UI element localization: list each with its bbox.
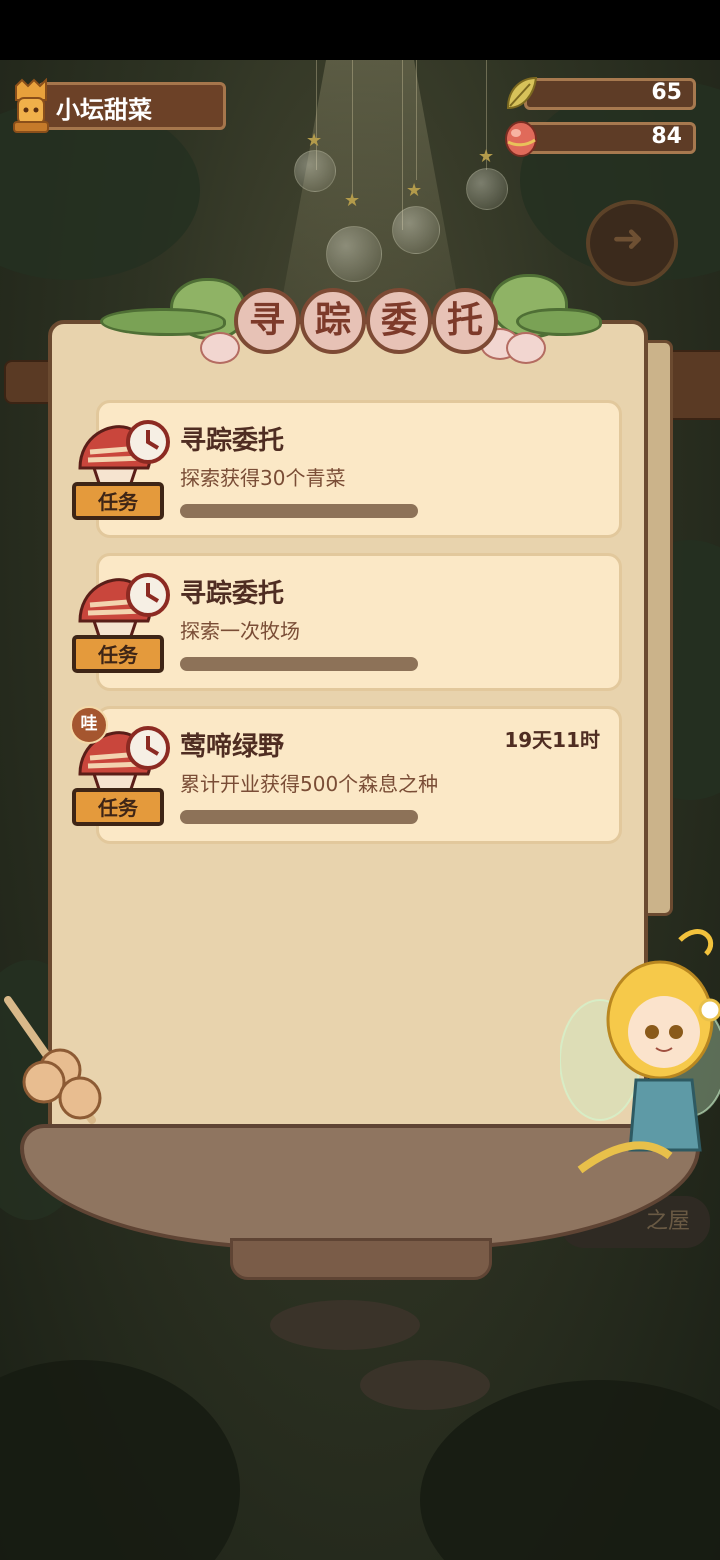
task-description: 探索一次牧场 [180, 619, 300, 643]
task-badge-label: 任务 [97, 490, 139, 514]
leaf-currency-icon [506, 76, 538, 110]
title-char-4: 托 [432, 288, 498, 354]
task-mushroom-icon: 任务 [72, 420, 170, 520]
board-side [648, 340, 673, 916]
leaf-currency-value: 65 [651, 80, 682, 105]
player-name: 小坛甜菜 [56, 96, 152, 124]
resource-seed-counter[interactable]: 84 [502, 118, 698, 157]
task-badge-label: 任务 [97, 643, 139, 667]
task-progress-bar [180, 504, 418, 518]
task-time-remaining: 19天11时 [504, 728, 600, 752]
title-char-3: 委 [366, 288, 432, 354]
task-title: 莺啼绿野 [180, 732, 285, 762]
task-title: 寻踪委托 [180, 426, 285, 456]
arrow-right-icon: ➜ [612, 216, 644, 260]
title-char-1: 寻 [234, 288, 300, 354]
next-area-button[interactable]: ➜ [586, 200, 678, 286]
player-avatar-icon [13, 78, 49, 133]
resource-leaf-counter[interactable]: 65 [502, 74, 698, 112]
task-progress-bar [180, 810, 418, 824]
fairy-character-icon[interactable] [560, 920, 720, 1200]
seed-currency-value: 84 [651, 124, 682, 149]
panel-title-banner: 寻 踪 委 托 [100, 268, 602, 368]
event-tag-badge: 哇 [70, 706, 108, 744]
seed-egg-icon [505, 121, 537, 157]
task-progress-bar [180, 657, 418, 671]
task-card[interactable]: 任务 寻踪委托 探索获得30个青菜 [66, 400, 622, 540]
status-bar [0, 0, 720, 60]
task-card[interactable]: 任务 哇 莺啼绿野 19天11时 累计开业获得500个森息之种 [66, 706, 622, 846]
player-name-plate[interactable]: 小坛甜菜 [8, 78, 226, 133]
task-card[interactable]: 任务 寻踪委托 探索一次牧场 [66, 553, 622, 693]
task-badge-label: 任务 [97, 796, 139, 820]
task-description: 累计开业获得500个森息之种 [180, 772, 439, 796]
task-mushroom-icon: 任务 [72, 573, 170, 673]
task-description: 探索获得30个青菜 [180, 466, 346, 490]
title-char-2: 踪 [300, 288, 366, 354]
dango-skewer-icon [4, 996, 102, 1124]
task-title: 寻踪委托 [180, 579, 285, 609]
bowl-base [230, 1238, 492, 1280]
